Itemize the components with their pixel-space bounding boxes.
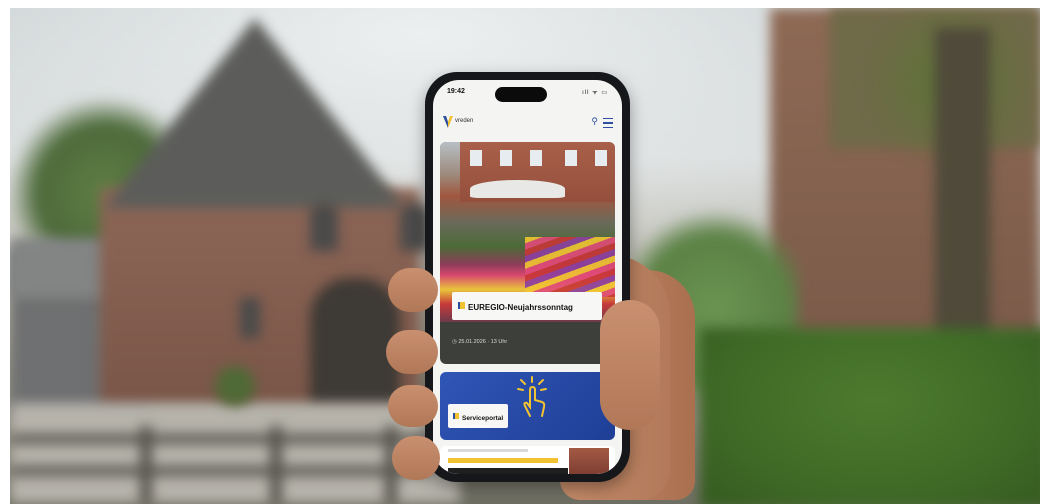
barn-window: [310, 203, 338, 251]
card-highlight-bar: [448, 458, 558, 463]
search-icon[interactable]: ⚲: [591, 116, 598, 127]
card-text-placeholder: [448, 449, 528, 452]
barn-door: [310, 278, 400, 408]
next-card[interactable]: [440, 446, 615, 474]
fence-post: [140, 426, 152, 504]
thumb: [600, 300, 660, 430]
photo-window: [595, 150, 607, 166]
tap-hand-icon: [517, 376, 547, 417]
smartphone: 19:42 ıll ᯤ ▭ vreden ⚲ EUREGIO-Neujahrss…: [425, 72, 630, 482]
status-time: 19:42: [447, 88, 465, 95]
logo-text: vreden: [455, 118, 474, 124]
photo-window: [530, 150, 542, 166]
dynamic-island: [495, 87, 547, 102]
card-thumbnail: [569, 448, 609, 474]
photo-umbrella: [470, 180, 565, 198]
phone-screen: 19:42 ıll ᯤ ▭ vreden ⚲ EUREGIO-Neujahrss…: [433, 80, 622, 474]
barn-window: [400, 203, 428, 251]
brand-badge-icon: [458, 302, 465, 310]
fence-rail: [10, 434, 430, 444]
event-card[interactable]: EUREGIO-Neujahrssonntag ◷ 25.01.2026 · 1…: [440, 142, 615, 364]
serviceportal-card[interactable]: Serviceportal → Mehr erfahren: [440, 372, 615, 440]
site-header: vreden ⚲: [433, 106, 622, 136]
photo-window: [565, 150, 577, 166]
finger: [392, 436, 440, 480]
status-icons: ıll ᯤ ▭: [582, 90, 608, 96]
barn-window: [240, 298, 260, 338]
photo-flowers: [525, 237, 615, 297]
card-caption-bar: [448, 468, 568, 474]
barn-roof: [105, 18, 405, 208]
finger: [386, 330, 438, 374]
photo-window: [500, 150, 512, 166]
event-title: EUREGIO-Neujahrssonntag: [468, 303, 573, 312]
fence: [10, 426, 430, 504]
menu-icon[interactable]: [603, 118, 613, 128]
finger: [388, 385, 438, 427]
event-date: ◷ 25.01.2026 · 13 Uhr: [452, 339, 508, 345]
fence-post: [270, 426, 282, 504]
event-title-box: EUREGIO-Neujahrssonntag: [452, 292, 602, 320]
tree-trunk: [935, 28, 990, 358]
serviceportal-label: Serviceportal: [462, 415, 504, 422]
photo-window: [470, 150, 482, 166]
bush-right: [700, 328, 1040, 504]
fence-rail: [10, 466, 430, 476]
shrub: [215, 366, 255, 406]
brand-badge-icon: [453, 412, 459, 419]
more-link[interactable]: → Mehr erfahren: [448, 424, 490, 430]
vreden-logo-icon[interactable]: [443, 116, 453, 128]
finger: [388, 268, 438, 312]
